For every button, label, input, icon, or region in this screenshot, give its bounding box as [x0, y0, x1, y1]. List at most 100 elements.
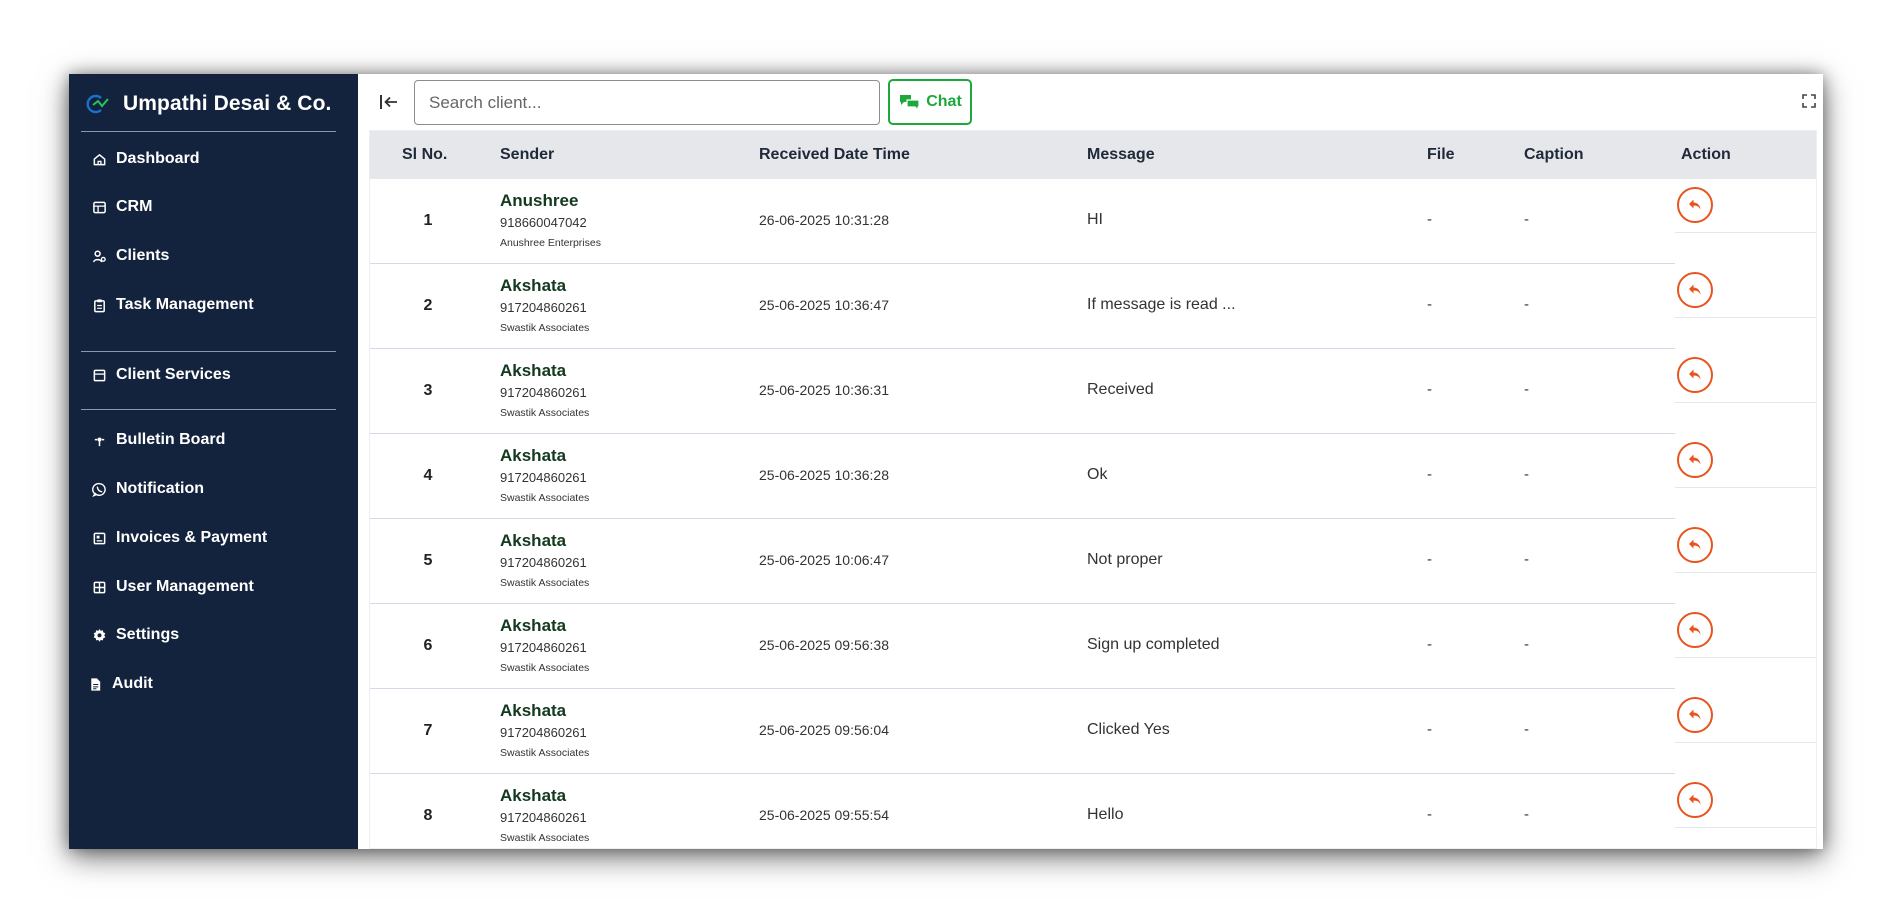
sender-phone: 917204860261: [500, 640, 587, 655]
reply-button[interactable]: [1677, 357, 1713, 393]
sidebar-item-task-management[interactable]: Task Management: [91, 292, 254, 318]
fullscreen-icon[interactable]: [1801, 93, 1817, 109]
sidebar-item-settings[interactable]: Settings: [91, 622, 179, 648]
sender-phone: 917204860261: [500, 385, 587, 400]
sender-name[interactable]: Akshata: [500, 361, 566, 381]
brand[interactable]: Umpathi Desai & Co.: [83, 86, 331, 122]
sidebar-item-clients[interactable]: Clients: [91, 243, 169, 269]
caption-value: -: [1524, 721, 1529, 738]
file-value: -: [1427, 466, 1432, 483]
reply-icon: [1689, 709, 1701, 720]
reply-button[interactable]: [1677, 782, 1713, 818]
invoice-icon: [91, 530, 107, 546]
top-bar: Chat: [358, 74, 1823, 130]
reply-icon: [1689, 539, 1701, 550]
received-datetime: 25-06-2025 09:56:38: [759, 637, 889, 653]
table-row[interactable]: 1 Anushree 918660047042 Anushree Enterprise…: [370, 179, 1816, 264]
collapse-sidebar-icon[interactable]: [378, 91, 402, 113]
file-value: -: [1427, 721, 1432, 738]
table-row[interactable]: 3 Akshata 917204860261 Swastik Associates 25…: [370, 349, 1816, 434]
gear-icon: [91, 627, 107, 643]
file-value: -: [1427, 551, 1432, 568]
app-title: Umpathi Desai & Co.: [123, 92, 332, 115]
sender-name[interactable]: Akshata: [500, 276, 566, 296]
table-row[interactable]: 8 Akshata 917204860261 Swastik Associates 25…: [370, 774, 1816, 848]
sender-name[interactable]: Akshata: [500, 531, 566, 551]
sender-company: Swastik Associates: [500, 832, 590, 844]
message-text: If message is read ...: [1087, 296, 1236, 313]
received-datetime: 25-06-2025 09:55:54: [759, 807, 889, 823]
sidebar-item-label: Client Services: [116, 366, 231, 383]
reply-button[interactable]: [1677, 442, 1713, 478]
column-header-message: Message: [1087, 146, 1155, 163]
row-sl-number: 6: [423, 637, 433, 654]
reply-button[interactable]: [1677, 697, 1713, 733]
sidebar-item-bulletin-board[interactable]: Bulletin Board: [91, 427, 225, 453]
message-text: Sign up completed: [1087, 636, 1220, 653]
sender-name[interactable]: Anushree: [500, 191, 578, 211]
table-row[interactable]: 6 Akshata 917204860261 Swastik Associates 25…: [370, 604, 1816, 689]
sidebar-item-notification[interactable]: Notification: [91, 476, 204, 502]
sender-company: Swastik Associates: [500, 322, 590, 334]
sender-phone: 917204860261: [500, 810, 587, 825]
sender-phone: 917204860261: [500, 300, 587, 315]
table-icon: [91, 199, 107, 215]
file-icon: [87, 676, 103, 692]
received-datetime: 25-06-2025 10:36:47: [759, 297, 889, 313]
sidebar-item-invoices-payment[interactable]: Invoices & Payment: [91, 525, 267, 551]
caption-value: -: [1524, 381, 1529, 398]
sidebar-item-label: Dashboard: [116, 150, 200, 167]
action-divider: [1675, 742, 1816, 743]
reply-button[interactable]: [1677, 527, 1713, 563]
file-value: -: [1427, 211, 1432, 228]
sidebar-item-label: CRM: [116, 198, 153, 215]
action-divider: [1675, 487, 1816, 488]
sender-name[interactable]: Akshata: [500, 446, 566, 466]
column-header-file: File: [1427, 146, 1455, 163]
row-sl-number: 4: [423, 467, 433, 484]
chat-icon: [900, 95, 920, 112]
sender-name[interactable]: Akshata: [500, 701, 566, 721]
file-value: -: [1427, 296, 1432, 313]
sidebar-item-label: Clients: [116, 247, 170, 264]
caption-value: -: [1524, 466, 1529, 483]
sidebar-item-crm[interactable]: CRM: [91, 194, 152, 220]
sidebar-item-label: Bulletin Board: [116, 431, 226, 448]
reply-button[interactable]: [1677, 187, 1713, 223]
sidebar-item-client-services[interactable]: Client Services: [91, 362, 231, 388]
table-header: Sl No. Sender Received Date Time Message…: [370, 131, 1816, 179]
grid-icon: [91, 579, 107, 595]
sidebar-item-user-management[interactable]: User Management: [91, 574, 254, 600]
message-text: Not proper: [1087, 551, 1163, 568]
sidebar-divider: [81, 131, 336, 132]
home-icon: [91, 151, 107, 167]
pin-icon: [91, 432, 107, 448]
message-text: Received: [1087, 381, 1154, 398]
chat-button[interactable]: Chat: [888, 79, 972, 125]
sender-name[interactable]: Akshata: [500, 616, 566, 636]
row-sl-number: 3: [423, 382, 433, 399]
row-sl-number: 2: [423, 297, 433, 314]
caption-value: -: [1524, 806, 1529, 823]
row-sl-number: 8: [423, 807, 433, 824]
reply-button[interactable]: [1677, 612, 1713, 648]
reply-icon: [1689, 454, 1701, 465]
received-datetime: 25-06-2025 10:36:31: [759, 382, 889, 398]
sender-name[interactable]: Akshata: [500, 786, 566, 806]
table-row[interactable]: 4 Akshata 917204860261 Swastik Associates 25…: [370, 434, 1816, 519]
search-input[interactable]: [414, 80, 880, 125]
sidebar-item-audit[interactable]: Audit: [87, 671, 153, 697]
reply-button[interactable]: [1677, 272, 1713, 308]
sidebar-divider: [81, 409, 336, 410]
received-datetime: 25-06-2025 10:36:28: [759, 467, 889, 483]
column-header-received: Received Date Time: [759, 146, 910, 163]
sidebar-item-dashboard[interactable]: Dashboard: [91, 146, 200, 172]
table-row[interactable]: 2 Akshata 917204860261 Swastik Associates 25…: [370, 264, 1816, 349]
row-sl-number: 5: [423, 552, 433, 569]
table-row[interactable]: 7 Akshata 917204860261 Swastik Associates 25…: [370, 689, 1816, 774]
received-datetime: 25-06-2025 09:56:04: [759, 722, 889, 738]
row-sl-number: 1: [423, 212, 433, 229]
sender-company: Swastik Associates: [500, 577, 590, 589]
sidebar-divider: [81, 351, 336, 352]
table-row[interactable]: 5 Akshata 917204860261 Swastik Associates 25…: [370, 519, 1816, 604]
